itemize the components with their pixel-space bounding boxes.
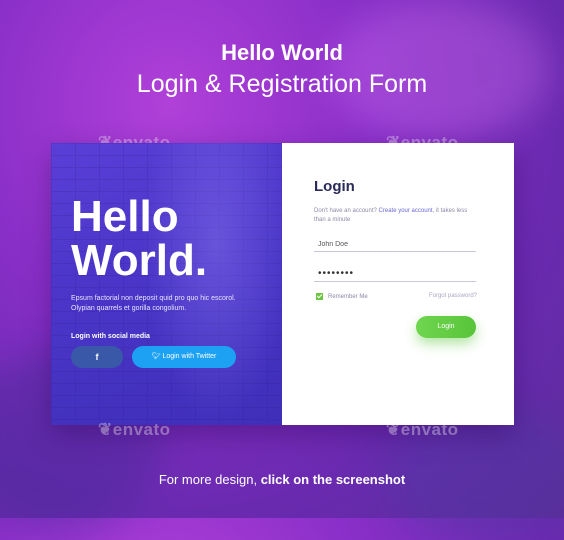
facebook-icon: f xyxy=(95,352,99,362)
create-account-link[interactable]: Create your account xyxy=(379,208,433,214)
password-field xyxy=(314,263,484,282)
twitter-login-label: Login with Twitter xyxy=(162,353,217,360)
social-login-label: Login with social media xyxy=(71,333,150,340)
remember-me-checkbox[interactable] xyxy=(316,293,323,300)
login-title: Login xyxy=(314,178,355,195)
login-form-panel: Login Don't have an account? Create your… xyxy=(282,143,514,425)
hero-headline: Hello World. xyxy=(71,192,208,285)
username-input[interactable] xyxy=(314,236,484,253)
twitter-icon: 🐦︎ xyxy=(151,353,161,360)
login-card: Hello World. Epsum factorial non deposit… xyxy=(51,143,514,425)
remember-me[interactable]: Remember Me xyxy=(316,293,368,300)
forgot-password-link[interactable]: Forgot password? xyxy=(429,293,477,299)
signup-hint: Don't have an account? Create your accou… xyxy=(314,208,468,223)
footer-link[interactable]: click on the screenshot xyxy=(261,472,406,487)
twitter-login-button[interactable]: 🐦︎ Login with Twitter xyxy=(132,346,236,368)
remember-me-label: Remember Me xyxy=(328,293,368,300)
password-input[interactable] xyxy=(314,265,484,282)
watermark: ❦envato xyxy=(98,420,171,439)
header-subtitle: Login & Registration Form xyxy=(136,70,428,98)
login-button[interactable]: Login xyxy=(416,316,476,338)
envato-icon: ❦ xyxy=(98,420,113,439)
username-field xyxy=(314,233,484,253)
hero-description: Epsum factorial non deposit quid pro quo… xyxy=(71,295,236,312)
watermark: ❦envato xyxy=(386,420,459,439)
envato-icon: ❦ xyxy=(386,420,401,439)
facebook-login-button[interactable]: f xyxy=(71,346,123,368)
footer-caption: For more design, click on the screenshot xyxy=(158,472,406,487)
hero-panel: Hello World. Epsum factorial non deposit… xyxy=(51,143,282,425)
header-title: Hello World xyxy=(221,40,343,65)
